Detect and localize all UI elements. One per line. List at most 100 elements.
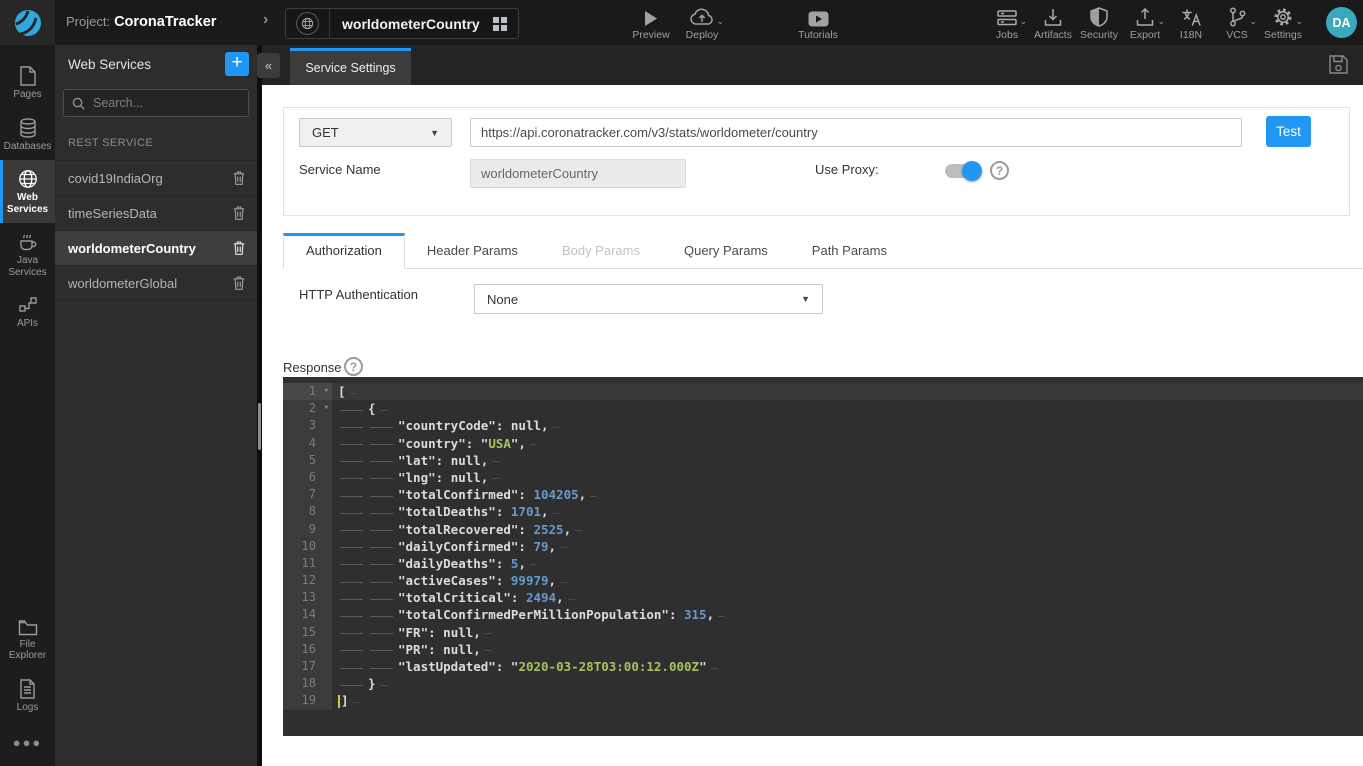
code-text: } xyxy=(332,675,1363,692)
sidebar-item-databases[interactable]: Databases xyxy=(0,109,55,161)
tab-path-params[interactable]: Path Params xyxy=(790,233,909,269)
shield-icon xyxy=(1090,7,1108,27)
project-name: CoronaTracker xyxy=(114,14,216,30)
deploy-chevron-icon: ⌄ xyxy=(716,16,724,27)
code-line-7: 7"totalConfirmed": 104205, xyxy=(283,486,1363,503)
deploy-button[interactable]: ⌄ Deploy xyxy=(678,5,726,41)
service-name: worldometerCountry xyxy=(68,241,232,256)
code-line-9: 9"totalRecovered": 2525, xyxy=(283,521,1363,538)
service-item-worldometerCountry[interactable]: worldometerCountry xyxy=(55,231,257,266)
line-number: 17 xyxy=(283,658,332,675)
tab-header-params[interactable]: Header Params xyxy=(405,233,540,269)
sidebar-item-logs[interactable]: Logs xyxy=(0,670,55,722)
text-cursor xyxy=(338,695,340,708)
delete-service-icon[interactable] xyxy=(232,275,246,291)
save-button[interactable] xyxy=(1328,54,1349,75)
vcs-chevron-icon: ⌄ xyxy=(1249,16,1257,27)
artifacts-button[interactable]: Artifacts xyxy=(1030,5,1076,41)
toggle-knob xyxy=(962,161,982,181)
test-button[interactable]: Test xyxy=(1266,116,1311,147)
fold-arrow-icon[interactable]: ▾ xyxy=(324,400,329,417)
scrollbar-thumb[interactable] xyxy=(258,403,261,450)
search-input[interactable] xyxy=(91,95,240,111)
request-url-input[interactable] xyxy=(470,118,1242,147)
line-number: 14 xyxy=(283,606,332,623)
response-help-icon[interactable]: ? xyxy=(344,357,363,376)
user-avatar[interactable]: DA xyxy=(1326,7,1357,38)
export-label: Export xyxy=(1130,29,1160,41)
tab-service-settings[interactable]: Service Settings xyxy=(290,48,411,85)
tab-body-params[interactable]: Body Params xyxy=(540,233,662,269)
line-number: 11 xyxy=(283,555,332,572)
jobs-button[interactable]: ⌄ Jobs xyxy=(984,5,1030,41)
code-text: "totalConfirmedPerMillionPopulation": 31… xyxy=(332,606,1363,623)
save-floppy-icon xyxy=(1328,54,1349,75)
sidebar-item-apis[interactable]: APIs xyxy=(0,286,55,338)
line-number: 8 xyxy=(283,503,332,520)
code-text: "totalConfirmed": 104205, xyxy=(332,486,1363,503)
service-item-timeSeriesData[interactable]: timeSeriesData xyxy=(55,196,257,231)
translate-icon xyxy=(1181,8,1202,27)
sidebar-label: Logs xyxy=(17,702,39,714)
app-window: Project:CoronaTracker › worldometerCount… xyxy=(0,0,1363,766)
code-line-19: 19] xyxy=(283,692,1363,709)
http-method-select[interactable]: GET ▼ xyxy=(299,118,452,147)
service-name: worldometerGlobal xyxy=(68,276,232,291)
tutorials-button[interactable]: Tutorials xyxy=(794,5,842,41)
settings-chevron-icon: ⌄ xyxy=(1295,16,1303,27)
add-service-button[interactable]: + xyxy=(225,52,249,76)
code-text: "countryCode": null, xyxy=(332,417,1363,434)
sidebar-item-pages[interactable]: Pages xyxy=(0,57,55,109)
vcs-button[interactable]: ⌄ VCS xyxy=(1214,5,1260,41)
delete-service-icon[interactable] xyxy=(232,240,246,256)
service-item-covid19IndiaOrg[interactable]: covid19IndiaOrg xyxy=(55,160,257,196)
code-text: "dailyConfirmed": 79, xyxy=(332,538,1363,555)
sidebar-item-web-services[interactable]: Web Services xyxy=(0,160,55,223)
wavemaker-logo-icon xyxy=(12,7,44,39)
sidebar-label: Web Services xyxy=(0,192,55,215)
line-number: 15 xyxy=(283,624,332,641)
sidebar-label: Databases xyxy=(4,141,52,153)
use-proxy-label: Use Proxy: xyxy=(815,162,879,177)
http-auth-select[interactable]: None ▼ xyxy=(474,284,823,314)
code-line-5: 5"lat": null, xyxy=(283,452,1363,469)
security-button[interactable]: Security xyxy=(1076,5,1122,41)
rest-service-section-label: REST SERVICE xyxy=(55,117,257,160)
service-item-worldometerGlobal[interactable]: worldometerGlobal xyxy=(55,266,257,301)
web-services-panel: Web Services + REST SERVICE covid19India… xyxy=(55,45,257,766)
proxy-help-icon[interactable]: ? xyxy=(990,161,1009,180)
open-service-tab[interactable]: worldometerCountry xyxy=(285,8,519,39)
service-name-field[interactable] xyxy=(470,159,686,188)
sidebar-item-file-explorer[interactable]: File Explorer xyxy=(0,610,55,670)
grid-icon[interactable] xyxy=(492,16,508,32)
top-bar: Project:CoronaTracker › worldometerCount… xyxy=(0,0,1363,45)
i18n-button[interactable]: I18N xyxy=(1168,5,1214,41)
panel-title: Web Services xyxy=(68,57,225,72)
more-options-icon[interactable]: ●●● xyxy=(0,721,55,766)
sidebar-item-java-services[interactable]: Java Services xyxy=(0,223,55,286)
http-method-value: GET xyxy=(312,125,339,140)
tab-authorization[interactable]: Authorization xyxy=(283,233,405,269)
preview-button[interactable]: Preview xyxy=(630,5,672,41)
line-number: 4 xyxy=(283,435,332,452)
tab-query-params[interactable]: Query Params xyxy=(662,233,790,269)
search-box[interactable] xyxy=(63,89,249,117)
line-number: 7 xyxy=(283,486,332,503)
app-logo[interactable] xyxy=(0,0,55,45)
code-line-1: 1▾[ xyxy=(283,383,1363,400)
settings-button[interactable]: ⌄ Settings xyxy=(1260,5,1306,41)
delete-service-icon[interactable] xyxy=(232,170,246,186)
use-proxy-toggle[interactable] xyxy=(945,164,979,178)
fold-arrow-icon[interactable]: ▾ xyxy=(324,383,329,400)
line-number: 18 xyxy=(283,675,332,692)
code-text: "lng": null, xyxy=(332,469,1363,486)
code-line-15: 15"FR": null, xyxy=(283,624,1363,641)
collapse-panel-button[interactable]: « xyxy=(257,53,280,78)
response-code-editor[interactable]: 1▾[2▾{3"countryCode": null,4"country": "… xyxy=(283,377,1363,736)
code-text: "PR": null, xyxy=(332,641,1363,658)
code-line-10: 10"dailyConfirmed": 79, xyxy=(283,538,1363,555)
delete-service-icon[interactable] xyxy=(232,205,246,221)
service-name-label: Service Name xyxy=(299,162,381,177)
export-button[interactable]: ⌄ Export xyxy=(1122,5,1168,41)
export-chevron-icon: ⌄ xyxy=(1157,16,1165,27)
